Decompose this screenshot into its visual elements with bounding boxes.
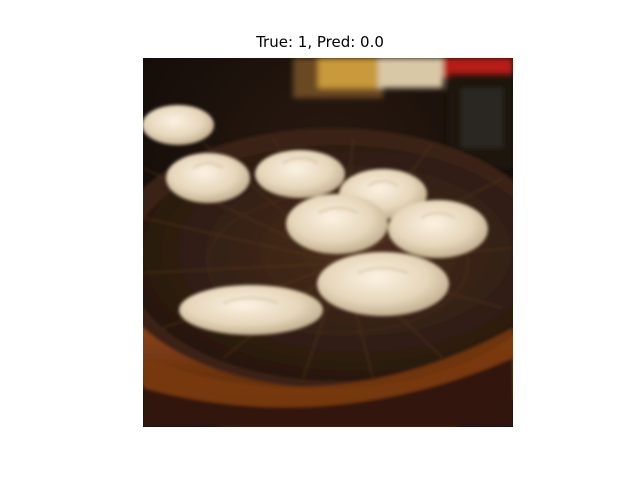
dumpling <box>179 285 323 335</box>
dumpling <box>166 153 250 203</box>
dumpling <box>317 252 449 316</box>
dumpling-photo <box>143 58 513 427</box>
dumpling <box>388 200 488 258</box>
dumpling <box>143 105 214 145</box>
dumpling <box>255 150 345 198</box>
dumpling-photo-render <box>143 58 513 427</box>
figure-title: True: 1, Pred: 0.0 <box>256 33 384 51</box>
dumpling <box>286 194 388 254</box>
figure-canvas: True: 1, Pred: 0.0 <box>0 0 640 480</box>
